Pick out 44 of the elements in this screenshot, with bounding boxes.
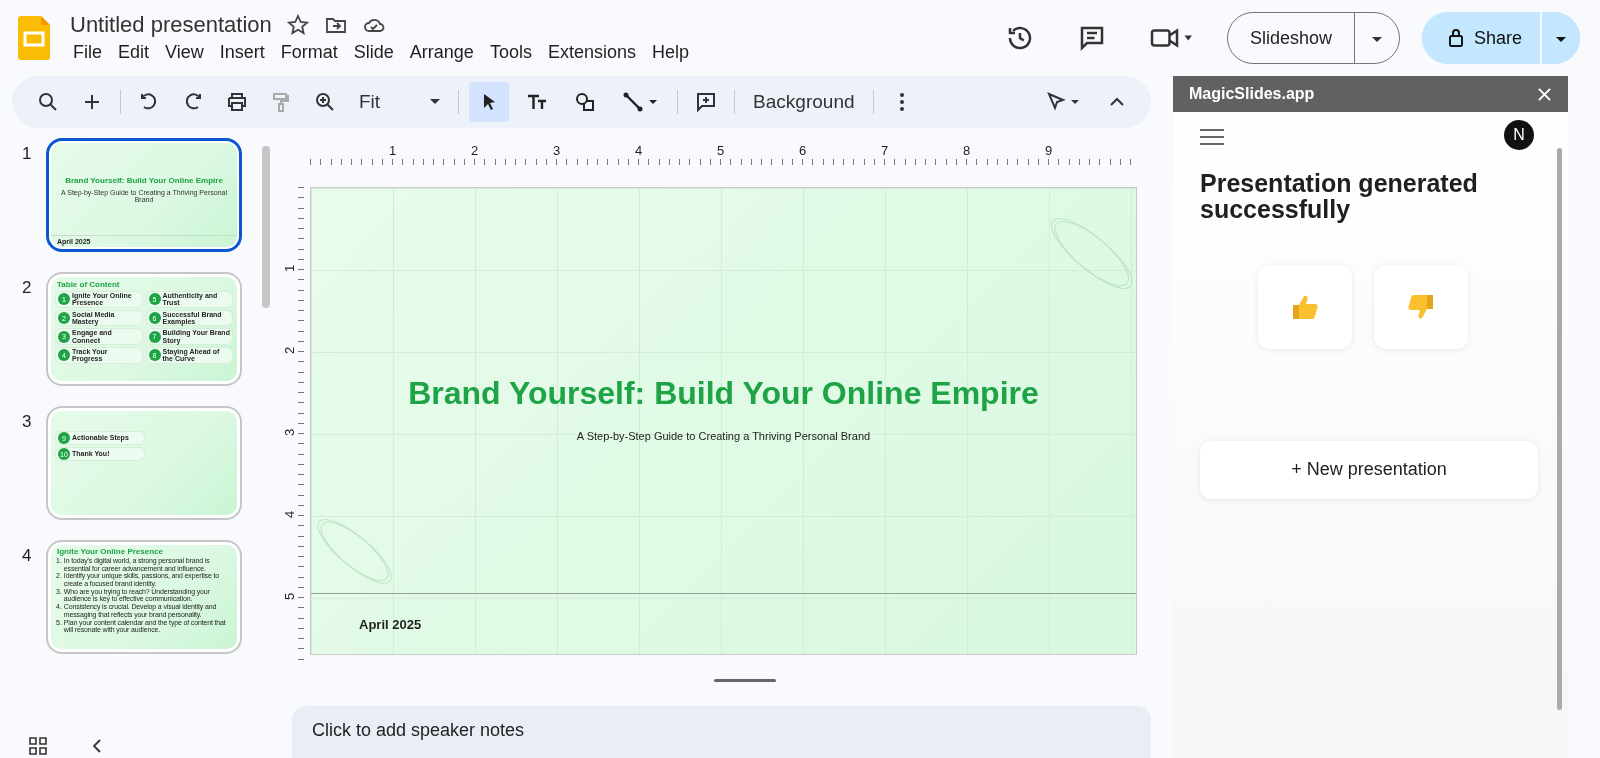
avatar[interactable]: N: [1504, 120, 1534, 150]
filmstrip-scrollbar[interactable]: [262, 146, 270, 308]
slide-canvas[interactable]: Brand Yourself: Build Your Online Empire A Step-by-Step Guide to Creating a Thriving Personal Brand April 2025: [310, 187, 1137, 656]
menu-item[interactable]: Arrange: [406, 39, 483, 65]
thumbs-down-button[interactable]: [1374, 264, 1468, 349]
menu-item[interactable]: Insert: [216, 39, 274, 65]
caret-icon: [1556, 36, 1566, 43]
caret-icon: [430, 99, 441, 105]
menu-item[interactable]: Help: [648, 39, 698, 65]
menu-item[interactable]: Slide: [350, 39, 403, 65]
menu-item[interactable]: Tools: [486, 39, 541, 65]
select-tool-icon[interactable]: [469, 82, 510, 122]
slide-number: 2: [22, 277, 33, 298]
slide-thumbnail[interactable]: [46, 272, 242, 386]
new-presentation-button[interactable]: + New presentation: [1200, 440, 1538, 499]
slide-subtitle[interactable]: A Step-by-Step Guide to Creating a Thriving Personal Brand: [576, 430, 871, 443]
slide-number: 3: [22, 411, 33, 432]
panel-title: MagicSlides.app: [1189, 85, 1315, 103]
panel-scrollbar[interactable]: [1557, 148, 1562, 710]
grid-view-icon[interactable]: [28, 736, 48, 756]
menu-item[interactable]: Extensions: [544, 39, 645, 65]
slide-number: 4: [22, 545, 33, 566]
speaker-notes-field[interactable]: Click to add speaker notes: [292, 705, 1151, 758]
thumbnail-title: Brand Yourself: Build Your Online Empire: [65, 175, 223, 185]
menu-item[interactable]: Format: [277, 39, 347, 65]
close-icon[interactable]: [1537, 86, 1552, 102]
slide-date[interactable]: April 2025: [359, 616, 422, 632]
document-title[interactable]: Untitled presentation: [70, 11, 272, 38]
caret-icon: [1371, 36, 1382, 43]
menu-item[interactable]: View: [162, 39, 213, 65]
star-icon[interactable]: [285, 12, 310, 37]
menu-item[interactable]: Edit: [115, 39, 159, 65]
menu-item[interactable]: File: [70, 39, 111, 65]
zoom-dropdown[interactable]: Fit: [351, 91, 449, 113]
background-button[interactable]: Background: [745, 91, 863, 113]
slide-number: 1: [22, 143, 33, 164]
slide-thumbnail[interactable]: [46, 540, 242, 654]
resize-handle[interactable]: [713, 679, 776, 683]
menu-icon[interactable]: [1200, 128, 1224, 146]
success-message: Presentation generated successfully: [1200, 170, 1479, 223]
lock-icon: [1447, 28, 1464, 48]
thumbnail-title: Ignite Your Online Presence: [56, 546, 164, 557]
thumbs-up-button[interactable]: [1258, 264, 1352, 349]
thumbnail-title: Table of Content: [56, 279, 121, 291]
